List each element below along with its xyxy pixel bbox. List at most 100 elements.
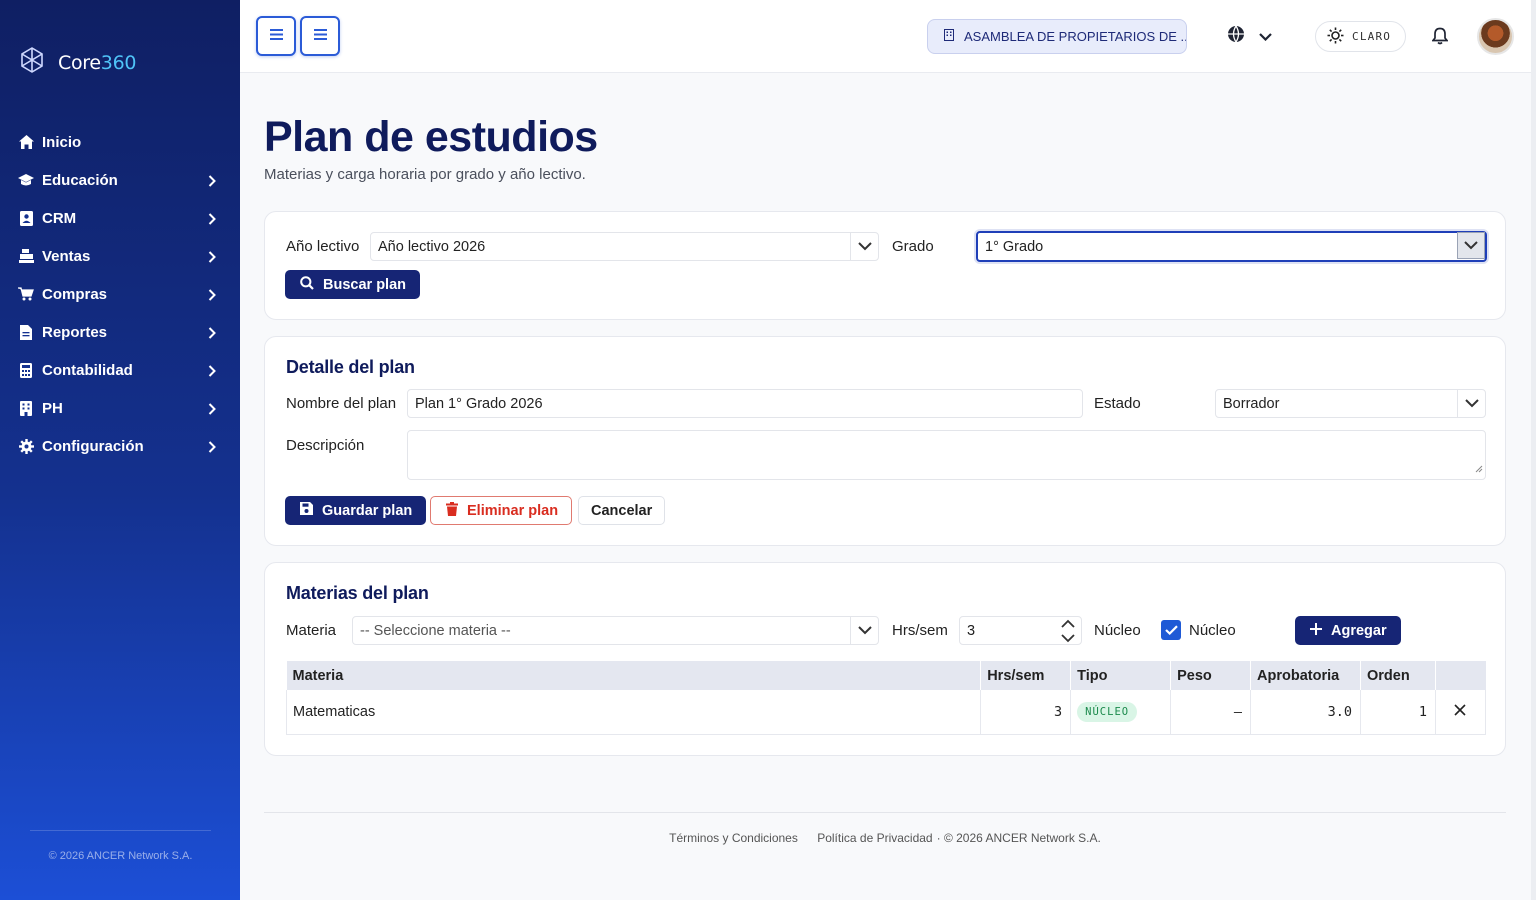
status-select[interactable]: Borrador: [1215, 389, 1486, 418]
sidebar-item-ventas[interactable]: Ventas: [0, 237, 240, 275]
trash-icon: [446, 501, 458, 520]
sidebar-item-inicio[interactable]: Inicio: [0, 123, 240, 161]
hours-stepper[interactable]: [1061, 619, 1075, 647]
sidebar-item-ph[interactable]: PH: [0, 389, 240, 427]
language-selector[interactable]: [1227, 25, 1272, 48]
globe-icon: [1227, 25, 1245, 48]
menu-icon: [269, 27, 283, 45]
notifications-button[interactable]: [1431, 27, 1449, 50]
year-select-value: Año lectivo 2026: [378, 238, 486, 255]
year-select[interactable]: Año lectivo 2026: [370, 232, 879, 261]
cancel-label: Cancelar: [591, 502, 653, 519]
sidebar-item-label: Ventas: [42, 247, 91, 265]
chevron-right-icon: [208, 326, 216, 344]
menu-toggle-button[interactable]: [300, 16, 340, 56]
brand-name: Core360: [58, 51, 137, 74]
chevron-right-icon: [208, 288, 216, 306]
theme-label: CLARO: [1352, 30, 1392, 43]
cell-actions: [1435, 690, 1487, 735]
sidebar-copyright: © 2026 ANCER Network S.A.: [30, 830, 211, 862]
sidebar-item-label: Educación: [42, 171, 118, 189]
scrollbar-track[interactable]: [1531, 0, 1536, 900]
plan-name-input[interactable]: Plan 1° Grado 2026: [407, 389, 1083, 418]
cell-hrs: 3: [980, 690, 1072, 735]
chevron-down-icon: [1457, 390, 1485, 417]
column-header-actions: [1435, 661, 1486, 690]
status-label: Estado: [1094, 395, 1141, 412]
sidebar-item-label: Inicio: [42, 133, 82, 151]
contact-book-icon: [18, 210, 34, 226]
description-label: Descripción: [286, 437, 365, 454]
plan-name-value: Plan 1° Grado 2026: [415, 395, 543, 412]
plan-detail-card: Detalle del plan Nombre del plan Plan 1°…: [264, 336, 1506, 546]
grade-select[interactable]: 1° Grado: [976, 231, 1487, 262]
cash-register-icon: [18, 248, 34, 264]
sidebar-item-reportes[interactable]: Reportes: [0, 313, 240, 351]
sidebar-item-label: Configuración: [42, 437, 144, 455]
plan-subjects-card: Materias del plan Materia -- Seleccione …: [264, 562, 1506, 756]
theme-toggle[interactable]: CLARO: [1315, 21, 1406, 52]
chevron-right-icon: [208, 440, 216, 458]
subjects-table: Materia Hrs/sem Tipo Peso Aprobatoria Or…: [285, 661, 1487, 735]
cell-peso: —: [1170, 690, 1252, 735]
core-checkbox[interactable]: [1161, 620, 1181, 640]
terms-link[interactable]: Términos y Condiciones: [669, 831, 798, 845]
detail-card-title: Detalle del plan: [286, 357, 415, 377]
search-plan-label: Buscar plan: [323, 276, 406, 293]
plus-icon: [1310, 622, 1322, 639]
sidebar-item-contabilidad[interactable]: Contabilidad: [0, 351, 240, 389]
column-header-materia[interactable]: Materia: [286, 661, 982, 690]
brand-logo[interactable]: Core360: [18, 46, 136, 79]
save-plan-button[interactable]: Guardar plan: [285, 496, 427, 525]
subject-label: Materia: [286, 622, 337, 639]
report-file-icon: [18, 324, 34, 340]
sun-icon: [1327, 27, 1344, 47]
table-header-row: Materia Hrs/sem Tipo Peso Aprobatoria Or…: [286, 661, 1486, 690]
chevron-down-icon: [850, 233, 878, 260]
core-badge: NÚCLEO: [1077, 701, 1138, 722]
add-subject-button[interactable]: Agregar: [1295, 616, 1401, 645]
hours-value: 3: [967, 622, 976, 639]
subject-select[interactable]: -- Seleccione materia --: [352, 616, 879, 645]
sidebar-item-label: Contabilidad: [42, 361, 133, 379]
page-title: Plan de estudios: [264, 113, 598, 161]
chevron-down-icon: [1259, 28, 1272, 46]
table-row: Matematicas 3 NÚCLEO — 3.0 1: [285, 690, 1487, 735]
cell-orden: 1: [1360, 690, 1436, 735]
sidebar-item-label: PH: [42, 399, 63, 417]
organization-selector[interactable]: ASAMBLEA DE PROPIETARIOS DE ...: [927, 19, 1187, 54]
remove-row-close-icon[interactable]: [1454, 704, 1467, 720]
filter-card: Año lectivo Año lectivo 2026 Grado 1° Gr…: [264, 211, 1506, 320]
user-avatar[interactable]: [1477, 18, 1514, 55]
cell-tipo: NÚCLEO: [1070, 690, 1172, 735]
column-header-orden[interactable]: Orden: [1360, 661, 1436, 690]
gear-icon: [18, 438, 34, 454]
plan-name-label: Nombre del plan: [286, 395, 397, 412]
column-header-peso[interactable]: Peso: [1170, 661, 1252, 690]
delete-plan-button[interactable]: Eliminar plan: [430, 496, 573, 525]
hours-input[interactable]: 3: [959, 616, 1082, 645]
grade-label: Grado: [892, 238, 934, 255]
page-footer: Términos y Condiciones Política de Priva…: [264, 812, 1506, 845]
chevron-right-icon: [208, 364, 216, 382]
chevron-down-icon: [850, 617, 878, 644]
column-header-aprobatoria[interactable]: Aprobatoria: [1250, 661, 1362, 690]
chevron-right-icon: [208, 250, 216, 268]
resize-handle-icon[interactable]: [1475, 460, 1483, 478]
chevron-down-icon: [1457, 232, 1485, 259]
cancel-button[interactable]: Cancelar: [578, 496, 666, 525]
sidebar-item-configuracion[interactable]: Configuración: [0, 427, 240, 465]
column-header-hrs[interactable]: Hrs/sem: [980, 661, 1072, 690]
description-textarea[interactable]: [407, 430, 1486, 480]
sidebar: Core360 Inicio Educación CRM Ventas Comp…: [0, 0, 240, 900]
sidebar-item-crm[interactable]: CRM: [0, 199, 240, 237]
year-label: Año lectivo: [286, 238, 360, 255]
column-header-tipo[interactable]: Tipo: [1070, 661, 1172, 690]
sidebar-item-educacion[interactable]: Educación: [0, 161, 240, 199]
menu-icon: [313, 27, 327, 45]
sidebar-toggle-button[interactable]: [256, 16, 296, 56]
graduation-cap-icon: [18, 172, 34, 188]
sidebar-item-compras[interactable]: Compras: [0, 275, 240, 313]
search-plan-button[interactable]: Buscar plan: [285, 270, 420, 299]
privacy-link[interactable]: Política de Privacidad: [817, 831, 932, 845]
